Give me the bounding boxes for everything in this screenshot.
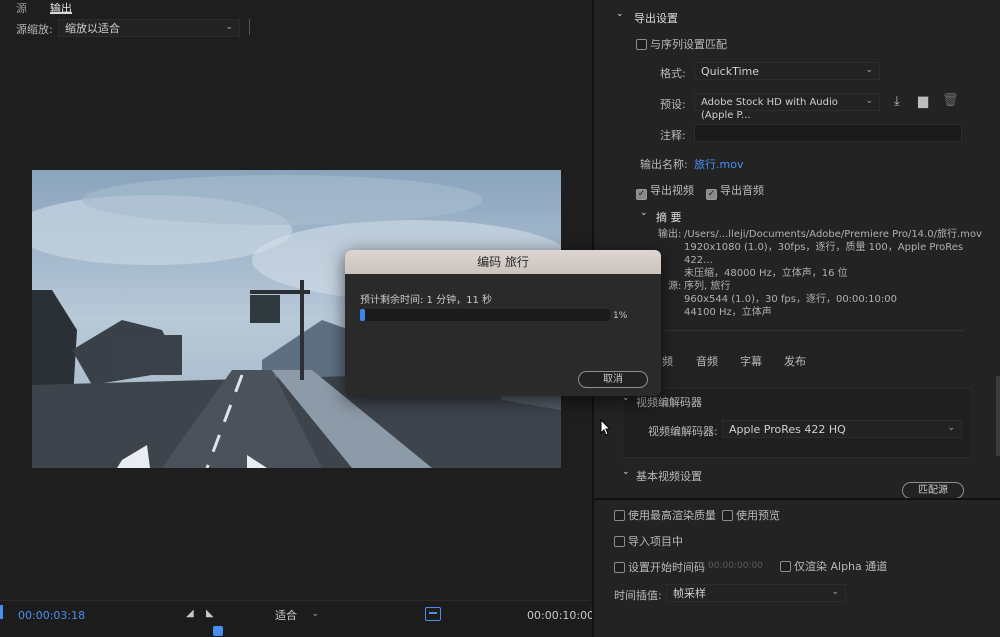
video-codec-label: 视频编解码器: (648, 425, 718, 438)
render-alpha-only-checkbox[interactable]: 仅渲染 Alpha 通道 (780, 558, 887, 574)
dialog-title: 编码 旅行 (345, 250, 661, 274)
render-alpha-only-label: 仅渲染 Alpha 通道 (794, 560, 888, 573)
time-interpolation-dropdown[interactable]: 帧采样 ⌄ (666, 584, 846, 602)
format-value: QuickTime (701, 65, 760, 78)
checkbox-icon[interactable] (614, 562, 625, 573)
format-dropdown[interactable]: QuickTime ⌄ (694, 62, 880, 80)
checkbox-checked-icon[interactable] (636, 189, 647, 200)
export-video-checkbox[interactable]: 导出视频 (636, 182, 694, 200)
playhead[interactable] (213, 626, 223, 636)
summary-title: 摘 要 (656, 211, 682, 224)
tab-publish[interactable]: 发布 (784, 353, 806, 369)
chevron-down-icon[interactable]: ⌄ (616, 9, 624, 19)
export-audio-label: 导出音频 (720, 184, 764, 197)
output-name-link[interactable]: 旅行.mov (694, 156, 743, 172)
checkbox-icon[interactable] (636, 39, 647, 50)
chevron-down-icon: ⌄ (865, 65, 873, 75)
output-name-label: 输出名称: (640, 158, 688, 171)
max-render-quality-checkbox[interactable]: 使用最高渲染质量 (614, 507, 716, 523)
current-timecode[interactable]: 00:00:03:18 (18, 609, 85, 622)
comment-label: 注释: (660, 129, 686, 142)
cancel-button[interactable]: 取消 (578, 371, 648, 388)
video-codec-title: 视频编解码器 (636, 396, 702, 409)
mark-out-icon[interactable]: ◣ (206, 608, 214, 619)
tab-source[interactable]: 源 (16, 0, 27, 16)
source-scale-value: 缩放以适合 (65, 22, 120, 35)
summary-output-label: 输出: (658, 229, 682, 240)
fit-value: 适合 (275, 609, 297, 622)
chevron-down-icon: ⌄ (865, 96, 873, 106)
tab-video[interactable]: 频 (662, 353, 673, 369)
match-source-button[interactable]: 匹配源 (902, 482, 964, 499)
source-range-icon[interactable] (425, 607, 441, 621)
source-scale-dropdown[interactable]: 缩放以适合 ⌄ (58, 19, 240, 37)
export-audio-checkbox[interactable]: 导出音频 (706, 182, 764, 200)
scrollbar[interactable] (996, 376, 1000, 456)
scroll-marker (0, 605, 3, 619)
import-preset-icon[interactable]: ⤓ (894, 94, 900, 109)
summary-output-line: 未压缩，48000 Hz，立体声，16 位 (684, 268, 848, 279)
comment-field[interactable] (694, 124, 962, 142)
checkbox-icon[interactable] (614, 510, 625, 521)
divider (616, 330, 964, 331)
active-tab-indicator (50, 12, 72, 14)
checkbox-icon[interactable] (614, 536, 625, 547)
checkbox-icon[interactable] (780, 561, 791, 572)
mark-in-icon[interactable]: ◢ (186, 608, 194, 619)
summary-output-line: 1920x1080 (1.0)，30fps，逐行，质量 100，Apple Pr… (684, 242, 964, 266)
divider (249, 19, 250, 35)
summary-output-details: /Users/...lleji/Documents/Adobe/Premiere… (684, 228, 984, 280)
video-codec-value: Apple ProRes 422 HQ (729, 423, 846, 436)
summary-output-line: /Users/...lleji/Documents/Adobe/Premiere… (684, 229, 982, 240)
summary-source-details: 序列, 旅行 960x544 (1.0)，30 fps，逐行，00:00:10:… (684, 280, 984, 319)
basic-video-title: 基本视频设置 (636, 470, 702, 483)
chevron-down-icon[interactable]: ⌄ (640, 208, 648, 218)
checkbox-icon[interactable] (722, 510, 733, 521)
use-previews-checkbox[interactable]: 使用预览 (722, 507, 780, 523)
match-sequence-checkbox[interactable]: 与序列设置匹配 (636, 36, 727, 52)
preset-dropdown[interactable]: Adobe Stock HD with Audio (Apple P... ⌄ (694, 93, 880, 121)
fit-dropdown[interactable]: 适合 ⌄ (268, 606, 326, 624)
max-render-quality-label: 使用最高渲染质量 (628, 509, 716, 522)
import-into-project-label: 导入项目中 (628, 535, 683, 548)
duration-timecode: 00:00:10:00 (527, 609, 595, 622)
encoding-dialog: 编码 旅行 预计剩余时间: 1 分钟，11 秒 1% 取消 (345, 250, 661, 396)
match-sequence-label: 与序列设置匹配 (650, 38, 727, 51)
start-timecode-field[interactable]: 00:00:00:00 (708, 561, 763, 571)
chevron-down-icon[interactable]: ⌄ (622, 467, 630, 477)
export-video-label: 导出视频 (650, 184, 694, 197)
mouse-cursor-icon (600, 419, 612, 436)
use-previews-label: 使用预览 (736, 509, 780, 522)
progress-bar (360, 309, 610, 321)
chevron-down-icon: ⌄ (831, 587, 839, 597)
import-into-project-checkbox[interactable]: 导入项目中 (614, 533, 683, 549)
set-start-timecode-checkbox[interactable]: 设置开始时间码 (614, 559, 705, 575)
source-scale-label: 源缩放: (16, 23, 53, 36)
video-codec-dropdown[interactable]: Apple ProRes 422 HQ ⌄ (722, 420, 962, 438)
export-settings-title: 导出设置 (634, 12, 678, 25)
chevron-down-icon: ⌄ (947, 423, 955, 433)
time-interpolation-value: 帧采样 (673, 587, 706, 600)
summary-source-label: 源: (668, 281, 682, 292)
remaining-time-label: 预计剩余时间: 1 分钟，11 秒 (360, 295, 492, 306)
preset-label: 预设: (660, 98, 686, 111)
chevron-down-icon: ⌄ (311, 609, 319, 619)
summary-source-line: 序列, 旅行 (684, 281, 731, 292)
checkbox-checked-icon[interactable] (706, 189, 717, 200)
chevron-down-icon: ⌄ (225, 22, 233, 32)
tab-audio[interactable]: 音频 (696, 353, 718, 369)
preset-value: Adobe Stock HD with Audio (Apple P... (701, 97, 838, 121)
tab-captions[interactable]: 字幕 (740, 353, 762, 369)
timeline-controls: 00:00:03:18 ◢ ◣ 适合 ⌄ 00:00:10:00 (0, 600, 594, 637)
divider (594, 498, 1000, 500)
time-interpolation-label: 时间插值: (614, 589, 662, 602)
summary-source-line: 44100 Hz，立体声 (684, 307, 772, 318)
summary-source-line: 960x544 (1.0)，30 fps，逐行，00:00:10:00 (684, 294, 897, 305)
trash-icon[interactable]: 🗑 (942, 93, 959, 108)
save-preset-icon[interactable]: ▆ (918, 94, 928, 109)
format-label: 格式: (660, 67, 686, 80)
set-start-timecode-label: 设置开始时间码 (628, 561, 705, 574)
progress-percent: 1% (613, 311, 628, 321)
progress-bar-fill (360, 309, 365, 321)
